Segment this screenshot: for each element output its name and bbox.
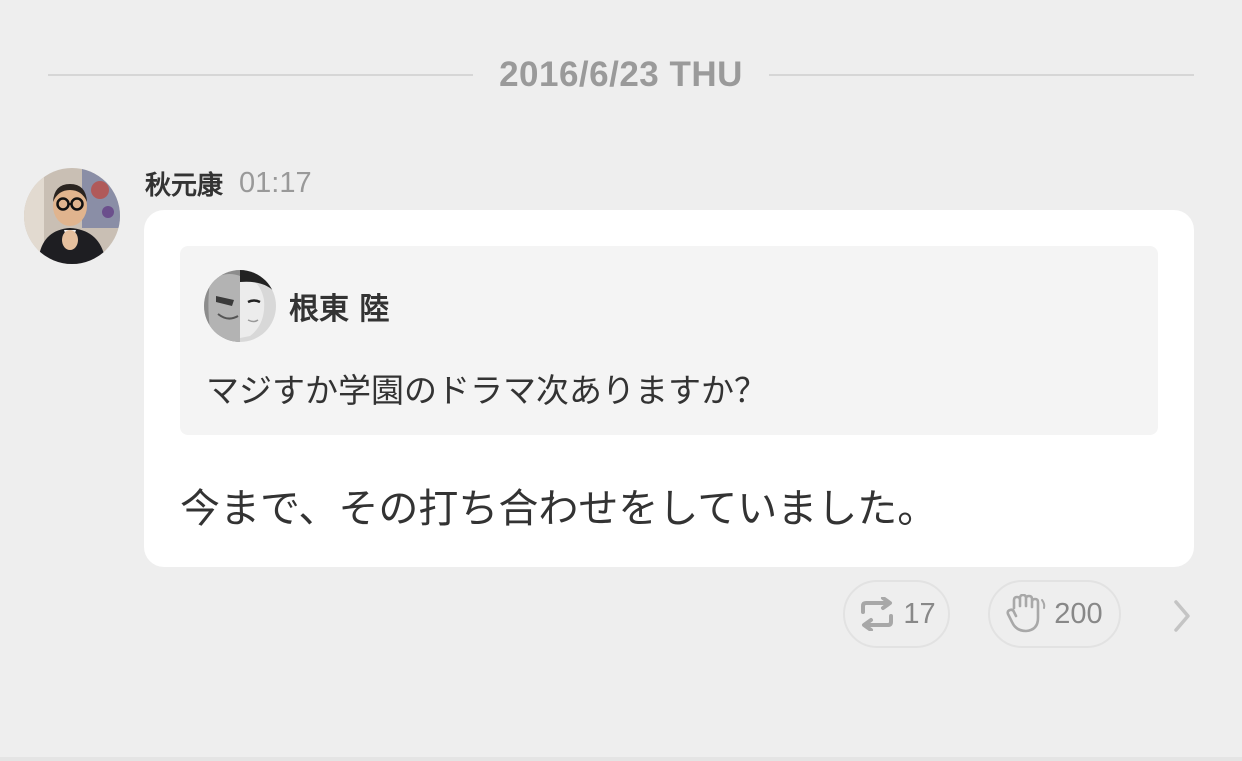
quoted-question-text: マジすか学園のドラマ次ありますか？: [206, 371, 767, 410]
message-header: 秋元康 01:17: [145, 163, 312, 203]
retweet-count: 17: [903, 597, 936, 630]
chevron-right-icon[interactable]: [1166, 594, 1198, 638]
clap-icon: [1006, 594, 1048, 634]
author-avatar-image: [24, 168, 120, 264]
quoted-user-name: 根東 陸: [289, 292, 390, 327]
divider-line-right: [768, 74, 1194, 76]
retweet-button[interactable]: 17: [843, 580, 950, 648]
reply-text: 今まで、その打ち合わせをしていました。: [180, 486, 938, 532]
author-name[interactable]: 秋元康: [145, 165, 223, 202]
message-time: 01:17: [239, 166, 312, 199]
divider-line-left: [48, 74, 474, 76]
bottom-divider: [0, 757, 1242, 761]
retweet-icon: [857, 597, 897, 631]
quoted-user-avatar: [204, 270, 276, 342]
clap-button[interactable]: 200: [988, 580, 1121, 648]
quoted-user-avatar-image: [204, 270, 276, 342]
message-bubble: 根東 陸 マジすか学園のドラマ次ありますか？ 今まで、その打ち合わせをしていまし…: [144, 210, 1194, 567]
quoted-question[interactable]: 根東 陸 マジすか学園のドラマ次ありますか？: [180, 246, 1158, 435]
clap-count: 200: [1054, 597, 1103, 630]
author-avatar[interactable]: [24, 168, 120, 264]
date-divider: 2016/6/23 THU: [48, 52, 1194, 98]
date-label: 2016/6/23 THU: [499, 55, 743, 94]
